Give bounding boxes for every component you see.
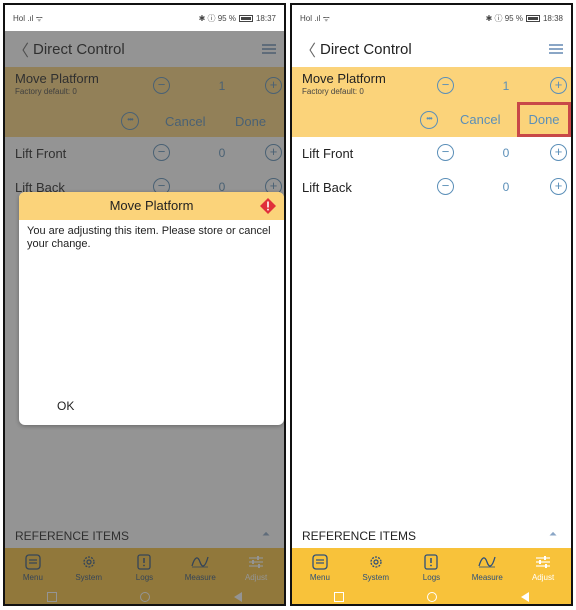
wave-icon [478, 553, 496, 571]
system-nav-bar [292, 586, 571, 604]
hamburger-menu-icon[interactable] [549, 44, 563, 54]
ok-button[interactable]: OK [57, 399, 74, 413]
recents-icon[interactable] [333, 592, 344, 602]
plus-button[interactable]: + [550, 77, 567, 94]
minus-button[interactable]: − [437, 144, 454, 161]
item-label: Lift Back [302, 180, 352, 195]
page-title: Direct Control [320, 40, 412, 58]
carrier-signal: Hol .ıl ᯤ [300, 13, 330, 23]
factory-default-text: Factory default: 0 [302, 87, 364, 96]
tab-menu[interactable]: Menu [295, 553, 345, 582]
item-value: 0 [502, 180, 510, 194]
status-bar: Hol .ıl ᯤ ✱ ⓘ 95 % 18:37 [5, 5, 284, 31]
dialog-title: Move Platform [109, 198, 194, 213]
item-value: 1 [502, 79, 510, 93]
status-icons: ✱ ⓘ 95 % [485, 13, 523, 23]
active-item-row: Move Platform Factory default: 0 − 1 + •… [292, 67, 571, 137]
status-bar: Hol .ıl ᯤ ✱ ⓘ 95 % 18:38 [292, 5, 571, 31]
done-button[interactable]: Done [517, 102, 571, 137]
menu-icon [311, 553, 329, 571]
plus-button[interactable]: + [550, 144, 567, 161]
minus-button[interactable]: − [437, 77, 454, 94]
logs-icon [422, 553, 440, 571]
phone-screen-right: Hol .ıl ᯤ ✱ ⓘ 95 % 18:38 〈 Direct Contro… [290, 3, 573, 606]
carrier-signal: Hol .ıl ᯤ [13, 13, 43, 23]
tab-logs[interactable]: Logs [406, 553, 456, 582]
dialog-message: You are adjusting this item. Please stor… [27, 225, 271, 250]
item-label: Lift Front [302, 146, 354, 161]
item-label: Move Platform [302, 71, 386, 86]
list-item: Lift Front − 0 + [292, 137, 571, 169]
phone-screen-left: Hol .ıl ᯤ ✱ ⓘ 95 % 18:37 〈 Direct Contro… [3, 3, 286, 606]
bottom-tab-bar: Menu System Logs Measure Adjust [292, 548, 571, 586]
gear-icon [367, 553, 385, 571]
alert-dialog: Move Platform You are adjusting this ite… [19, 192, 284, 425]
title-bar: 〈 Direct Control [292, 31, 571, 67]
collapse-up-icon[interactable]: ⏶ [549, 529, 563, 541]
battery-icon [238, 14, 253, 22]
battery-icon [525, 14, 540, 22]
tab-adjust[interactable]: Adjust [518, 553, 568, 582]
reference-items-header[interactable]: REFERENCE ITEMS ⏶ [292, 524, 571, 548]
back-nav-icon[interactable] [521, 592, 530, 602]
cancel-button[interactable]: Cancel [460, 112, 500, 127]
status-time: 18:37 [255, 13, 276, 23]
plus-button[interactable]: + [550, 178, 567, 195]
warning-icon [260, 198, 276, 214]
more-options-icon[interactable]: ••• [420, 111, 438, 129]
tab-measure[interactable]: Measure [462, 553, 512, 582]
back-icon[interactable]: 〈 [300, 37, 320, 61]
status-icons: ✱ ⓘ 95 % [198, 13, 236, 23]
home-icon[interactable] [427, 592, 438, 602]
item-value: 0 [502, 146, 510, 160]
status-time: 18:38 [542, 13, 563, 23]
minus-button[interactable]: − [437, 178, 454, 195]
list-item: Lift Back − 0 + [292, 171, 571, 203]
dialog-header: Move Platform [19, 192, 284, 220]
tab-system[interactable]: System [351, 553, 401, 582]
sliders-icon [534, 553, 552, 571]
